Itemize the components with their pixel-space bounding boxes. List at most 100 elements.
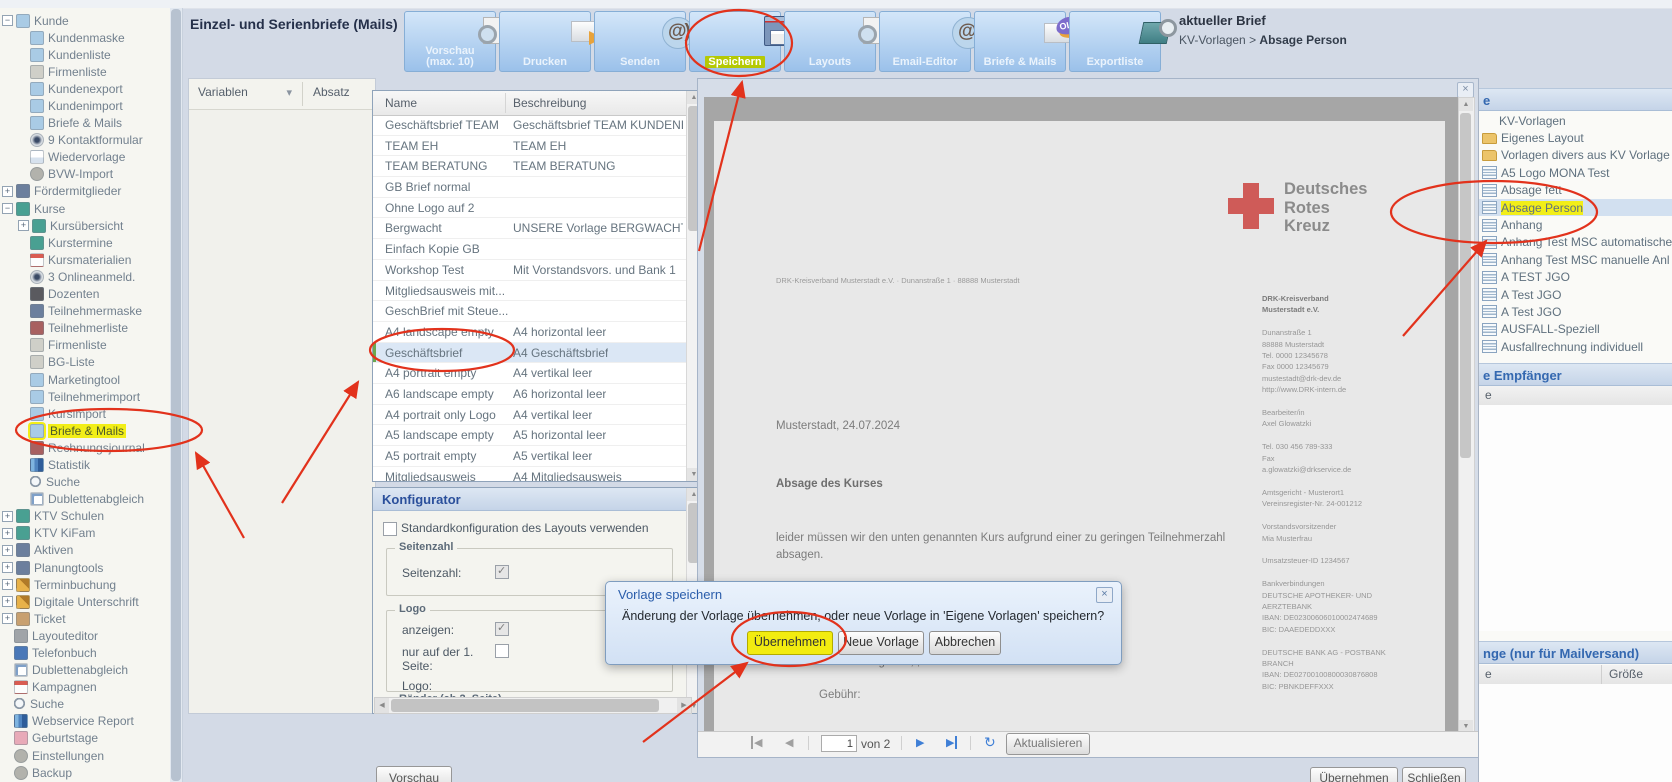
template-row-einfach-kopie-gb[interactable]: Einfach Kopie GB: [373, 239, 687, 260]
sidebar-item-firmenliste[interactable]: Firmenliste: [0, 337, 168, 354]
template-row-a4-landscape-empty[interactable]: A4 landscape emptyA4 horizontal leer: [373, 322, 687, 343]
sidebar-item-telefonbuch[interactable]: Telefonbuch: [0, 644, 168, 661]
vorschau-bottom-button[interactable]: Vorschau: [376, 766, 452, 782]
sidebar-item-kundenimport[interactable]: Kundenimport: [0, 97, 168, 114]
sidebar-item-teilnehmermaske[interactable]: Teilnehmermaske: [0, 303, 168, 320]
sidebar-item-firmenliste[interactable]: Firmenliste: [0, 63, 168, 80]
speichern-button[interactable]: Speichern: [689, 11, 781, 72]
minus-expand-icon[interactable]: −: [2, 203, 13, 214]
sidebar-item-kurstermine[interactable]: Kurstermine: [0, 234, 168, 251]
sidebar-item-kursmaterialien[interactable]: Kursmaterialien: [0, 251, 168, 268]
close-icon[interactable]: ×: [1457, 82, 1474, 98]
sidebar-item-kursimport[interactable]: Kursimport: [0, 405, 168, 422]
plus-expand-icon[interactable]: +: [2, 511, 13, 522]
sidebar-item-ktv-schulen[interactable]: +KTV Schulen: [0, 508, 168, 525]
standard-config-checkbox[interactable]: [383, 522, 397, 536]
sidebar-item-bg-liste[interactable]: BG-Liste: [0, 354, 168, 371]
template-row-bergwacht[interactable]: BergwachtUNSERE Vorlage BERGWACHT: [373, 218, 687, 239]
sidebar-item-terminbuchung[interactable]: +Terminbuchung: [0, 576, 168, 593]
template-row-gesch-ftsbrief[interactable]: GeschäftsbriefA4 Geschäftsbrief: [373, 343, 687, 364]
absatz-button[interactable]: Absatz: [313, 85, 350, 99]
vorlage-item-a-test-jgo[interactable]: A Test JGO: [1479, 303, 1672, 320]
sidebar-item-einstellungen[interactable]: Einstellungen: [0, 747, 168, 764]
sidebar-item-aktiven[interactable]: +Aktiven: [0, 542, 168, 559]
sidebar-item-f-rdermitglieder[interactable]: +Fördermitglieder: [0, 183, 168, 200]
uebernehmen-footer-button[interactable]: Übernehmen: [1310, 767, 1398, 782]
anhaenge-column-header[interactable]: e Größe: [1479, 665, 1672, 685]
sidebar-item-marketingtool[interactable]: Marketingtool: [0, 371, 168, 388]
page-number-input[interactable]: [821, 735, 857, 752]
template-row-team-eh[interactable]: TEAM EHTEAM EH: [373, 136, 687, 157]
sidebar-item-geburtstage[interactable]: Geburtstage: [0, 730, 168, 747]
aktualisieren-button[interactable]: Aktualisieren: [1006, 733, 1090, 755]
drucken-button[interactable]: Drucken: [499, 11, 591, 72]
sidebar-item-digitale-unterschrift[interactable]: +Digitale Unterschrift: [0, 593, 168, 610]
sidebar-item-kundenmaske[interactable]: Kundenmaske: [0, 29, 168, 46]
plus-expand-icon[interactable]: +: [2, 613, 13, 624]
vorlage-item-ausfallrechnung-individuell[interactable]: Ausfallrechnung individuell: [1479, 338, 1672, 355]
first-page-icon[interactable]: ◀: [751, 736, 762, 749]
vorlage-item-eigenes-layout[interactable]: Eigenes Layout: [1479, 129, 1672, 146]
nur-erste-seite-checkbox[interactable]: [495, 644, 509, 658]
sidebar-item-wiedervorlage[interactable]: Wiedervorlage: [0, 149, 168, 166]
empfaenger-column-header[interactable]: e: [1479, 386, 1672, 406]
konfigurator-hscrollbar[interactable]: ◀ ▶: [374, 697, 692, 714]
seitenzahl-checkbox[interactable]: [495, 565, 509, 579]
neue-vorlage-dialog-button[interactable]: Neue Vorlage: [838, 631, 924, 655]
scroll-up-icon[interactable]: ▲: [1459, 98, 1473, 111]
sidebar-item-layouteditor[interactable]: Layouteditor: [0, 627, 168, 644]
vorlage-item-vorlagen-divers-aus-kv-vorlage[interactable]: Vorlagen divers aus KV Vorlage: [1479, 147, 1672, 164]
vorlage-item-absage-fett[interactable]: Absage fett: [1479, 182, 1672, 199]
sidebar-item-dublettenabgleich[interactable]: Dublettenabgleich: [0, 491, 168, 508]
vorlage-item-a-test-jgo[interactable]: A TEST JGO: [1479, 269, 1672, 286]
sidebar-item-rechnungsjournal[interactable]: Rechnungsjournal: [0, 439, 168, 456]
scroll-left-icon[interactable]: ◀: [375, 698, 389, 713]
plus-expand-icon[interactable]: +: [2, 186, 13, 197]
vorlage-item-ausfall-speziell[interactable]: AUSFALL-Speziell: [1479, 321, 1672, 338]
abbrechen-dialog-button[interactable]: Abbrechen: [929, 631, 1001, 655]
sidebar-item-kampagnen[interactable]: Kampagnen: [0, 679, 168, 696]
sidebar-item-kunde[interactable]: −Kunde: [0, 12, 168, 29]
plus-expand-icon[interactable]: +: [2, 528, 13, 539]
vorlage-item-kv-vorlagen[interactable]: KV-Vorlagen: [1479, 112, 1672, 129]
template-row-ohne-logo-auf-2[interactable]: Ohne Logo auf 2: [373, 198, 687, 219]
sidebar-item-ticket[interactable]: +Ticket: [0, 610, 168, 627]
sidebar-item-kundenliste[interactable]: Kundenliste: [0, 46, 168, 63]
sidebar-item-webservice-report[interactable]: Webservice Report: [0, 713, 168, 730]
anzeigen-checkbox[interactable]: [495, 622, 509, 636]
sidebar-item-9-kontaktformular[interactable]: 9 Kontaktformular: [0, 132, 168, 149]
vorlage-item-a5-logo-mona-test[interactable]: A5 Logo MONA Test: [1479, 164, 1672, 181]
sidebar-item-briefe-mails[interactable]: Briefe & Mails: [0, 422, 168, 439]
template-row-gb-brief-normal[interactable]: GB Brief normal: [373, 177, 687, 198]
sidebar-item-bvw-import[interactable]: BVW-Import: [0, 166, 168, 183]
vorlage-item-absage-person[interactable]: Absage Person: [1479, 199, 1672, 216]
sidebar-scrollbar[interactable]: [170, 8, 182, 782]
sidebar-scrollbar-thumb[interactable]: [171, 9, 181, 781]
senden-button[interactable]: Senden: [594, 11, 686, 72]
bernehmen-dialog-button[interactable]: Übernehmen: [747, 631, 833, 655]
next-page-icon[interactable]: ▶: [916, 736, 924, 749]
sidebar-item-ktv-kifam[interactable]: +KTV KiFam: [0, 525, 168, 542]
vorschau-button[interactable]: Vorschau(max. 10): [404, 11, 496, 72]
plus-expand-icon[interactable]: +: [2, 545, 13, 556]
plus-expand-icon[interactable]: +: [18, 220, 29, 231]
exportliste-button[interactable]: Exportliste: [1069, 11, 1161, 72]
plus-expand-icon[interactable]: +: [2, 596, 13, 607]
sidebar-item-teilnehmerimport[interactable]: Teilnehmerimport: [0, 388, 168, 405]
plus-expand-icon[interactable]: +: [2, 562, 13, 573]
vorlage-item-anhang-test-msc-manuelle-anl[interactable]: Anhang Test MSC manuelle Anl: [1479, 251, 1672, 268]
template-row-a5-portrait-empty[interactable]: A5 portrait emptyA5 vertikal leer: [373, 446, 687, 467]
hscrollbar-thumb[interactable]: [391, 699, 659, 712]
template-row-geschbrief-mit-steue[interactable]: GeschBrief mit Steue...: [373, 301, 687, 322]
empfaenger-list-area[interactable]: [1479, 405, 1672, 631]
sidebar-item-planungtools[interactable]: +Planungtools: [0, 559, 168, 576]
prev-page-icon[interactable]: ◀: [785, 736, 793, 749]
breadcrumb-root[interactable]: KV-Vorlagen: [1179, 33, 1246, 47]
sidebar-item-dozenten[interactable]: Dozenten: [0, 286, 168, 303]
variablen-dropdown[interactable]: Variablen ▾: [198, 85, 294, 103]
schliessen-footer-button[interactable]: Schließen: [1402, 767, 1466, 782]
close-icon[interactable]: ×: [1096, 587, 1113, 603]
last-page-icon[interactable]: ▶: [946, 736, 957, 749]
template-row-mitgliedsausweis-mit[interactable]: Mitgliedsausweis mit...: [373, 281, 687, 302]
layouts-button[interactable]: Layouts: [784, 11, 876, 72]
